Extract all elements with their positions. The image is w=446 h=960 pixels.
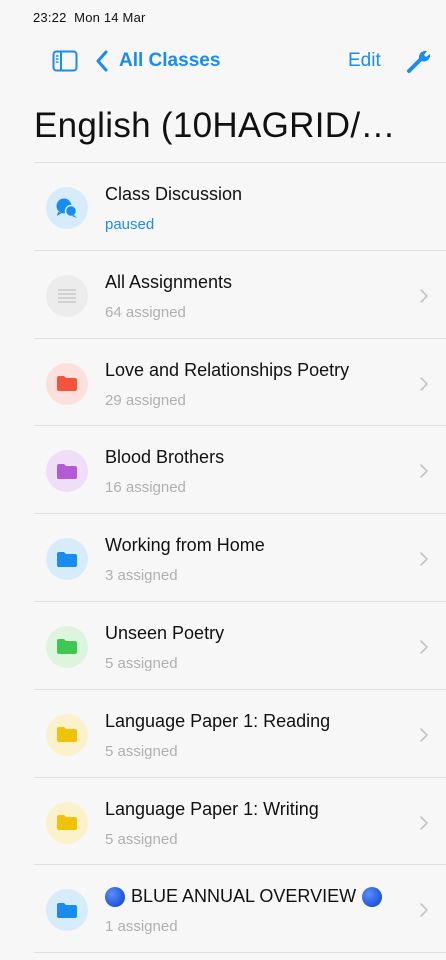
chat-bubbles-icon — [56, 198, 78, 218]
list-item-subtitle: 29 assigned — [105, 391, 186, 409]
folder-icon — [57, 376, 77, 392]
list-item-subtitle: 64 assigned — [105, 303, 186, 321]
list-item[interactable]: Blood Brothers 16 assigned — [34, 426, 446, 515]
chevron-right-icon — [420, 903, 428, 918]
list-item-title: Unseen Poetry — [105, 623, 224, 644]
list-item-title-text: Language Paper 1: Reading — [105, 710, 331, 731]
list-item-badge — [46, 538, 88, 581]
status-time: 23:22 — [33, 10, 67, 25]
list-item-title: Working from Home — [105, 535, 265, 556]
chevron-right-icon — [420, 376, 428, 391]
list-item-badge — [46, 713, 88, 756]
list-item-title-text: Class Discussion — [105, 184, 243, 204]
list-item-title-text: Language Paper 1: Writing — [105, 798, 319, 819]
list-item-title: Love and Relationships Poetry — [105, 360, 349, 381]
list-item-badge — [46, 450, 88, 493]
list-item-badge — [46, 274, 88, 317]
list-item-title-text: Working from Home — [105, 535, 265, 556]
list-item-title: All Assignments — [105, 272, 232, 293]
chevron-right-icon — [420, 727, 428, 742]
edit-button[interactable]: Edit — [348, 50, 381, 72]
folder-icon — [57, 902, 77, 918]
list-item-subtitle: paused — [105, 216, 155, 233]
list-item-title: Blood Brothers — [105, 447, 224, 468]
list-item[interactable]: BLUE ANNUAL OVERVIEW 1 assigned — [34, 865, 446, 954]
blue-circle-icon — [362, 886, 383, 907]
chevron-right-icon — [420, 552, 428, 566]
list-item-title-text: All Assignments — [105, 271, 233, 292]
list-item-title-text: Blood Brothers — [105, 447, 225, 468]
list-item[interactable]: Language Paper 1: Writing 5 assigned — [34, 778, 446, 866]
list-item[interactable]: Language Paper 1: Reading 5 assigned — [34, 690, 446, 778]
list-lines-icon — [58, 289, 76, 303]
sidebar-icon — [52, 50, 78, 72]
navigation-bar: All Classes Edit — [0, 42, 446, 86]
list-item-subtitle: 5 assigned — [105, 830, 178, 848]
list-item-subtitle: 5 assigned — [105, 654, 178, 672]
folder-icon — [57, 727, 77, 743]
chevron-right-icon — [420, 815, 428, 830]
list-item-subtitle: 5 assigned — [105, 742, 178, 760]
list-item[interactable]: Love and Relationships Poetry 29 assigned — [34, 339, 446, 427]
list-item-title: BLUE ANNUAL OVERVIEW — [105, 886, 383, 907]
list-item-title-text: Love and Relationships Poetry — [105, 359, 350, 380]
wrench-icon — [407, 50, 431, 73]
chevron-right-icon — [420, 464, 428, 479]
list-item-subtitle: 3 assigned — [105, 567, 178, 585]
list-item-title: Class Discussion — [105, 184, 242, 205]
list-item[interactable]: All Assignments 64 assigned — [34, 251, 446, 339]
list-item-badge — [46, 187, 88, 229]
folder-icon — [57, 551, 77, 567]
back-button-label: All Classes — [119, 50, 221, 71]
list-item[interactable]: Class Discussion paused — [34, 163, 446, 251]
blue-circle-icon — [105, 886, 125, 907]
folder-icon — [57, 815, 77, 831]
list-item-badge — [46, 362, 88, 405]
list-item-badge — [46, 889, 88, 932]
back-button[interactable]: All Classes — [95, 48, 220, 74]
list-item[interactable]: Unseen Poetry 5 assigned — [34, 602, 446, 690]
chevron-left-icon — [96, 50, 108, 72]
list-item-title: Language Paper 1: Writing — [105, 799, 319, 820]
list-item-title-text: BLUE ANNUAL OVERVIEW — [131, 886, 357, 907]
list-item-title-text: Unseen Poetry — [105, 622, 225, 643]
settings-wrench-button[interactable] — [406, 48, 432, 74]
folder-icon — [57, 639, 77, 655]
list-item-badge — [46, 625, 88, 668]
list-item-subtitle: 16 assigned — [105, 479, 186, 497]
page-title: English (10HAGRID/… — [34, 106, 396, 145]
list-item-title: Language Paper 1: Reading — [105, 711, 330, 732]
sidebar-toggle-button[interactable] — [52, 50, 78, 72]
list-item[interactable]: Working from Home 3 assigned — [34, 514, 446, 602]
list-item-badge — [46, 801, 88, 844]
chevron-right-icon — [420, 288, 428, 303]
status-date: Mon 14 Mar — [74, 10, 146, 25]
assignment-list: Class Discussion paused All Assignments 64… — [34, 162, 446, 954]
list-item-subtitle: 1 assigned — [105, 918, 178, 936]
folder-icon — [57, 463, 77, 479]
status-bar: 23:22 Mon 14 Mar — [33, 10, 146, 25]
chevron-right-icon — [420, 640, 428, 654]
